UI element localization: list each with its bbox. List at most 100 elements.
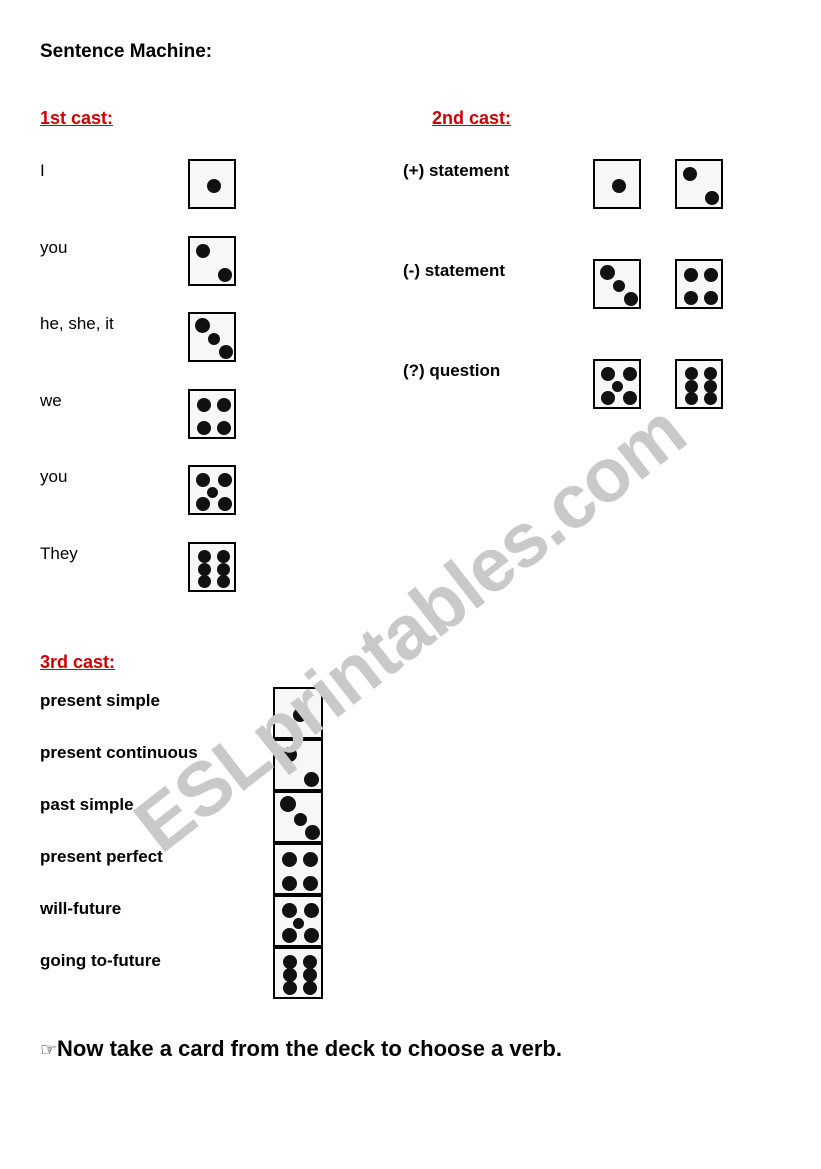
third-cast-die-3	[273, 791, 323, 843]
third-cast-die-2	[273, 739, 323, 791]
second-cast-die-1a	[593, 159, 641, 209]
third-cast-die-6	[273, 947, 323, 999]
die-pip	[198, 575, 211, 588]
die-pip	[282, 747, 297, 762]
second-cast-label-3: (?) question	[403, 361, 501, 380]
second-cast-die-3a	[593, 359, 641, 409]
die-pip	[704, 268, 718, 282]
die-pip	[304, 772, 319, 787]
first-cast-die-1	[188, 159, 236, 209]
die-pip	[196, 244, 210, 258]
die-pip	[294, 813, 307, 826]
third-cast-heading: 3rd cast:	[40, 652, 116, 672]
third-cast-die-1	[273, 687, 323, 739]
watermark: ESLprintables.com	[119, 388, 701, 869]
first-cast-die-4	[188, 389, 236, 439]
die-pip	[612, 179, 626, 193]
die-pip	[304, 903, 319, 918]
die-pip	[283, 955, 297, 969]
die-pip	[685, 367, 698, 380]
die-pip	[280, 796, 296, 812]
third-cast-label-5: will-future	[40, 899, 122, 918]
die-pip	[207, 487, 218, 498]
die-pip	[282, 852, 297, 867]
third-cast-label-1: present simple	[40, 691, 160, 710]
third-cast-label-6: going to-future	[40, 951, 161, 970]
die-pip	[600, 265, 615, 280]
die-pip	[219, 345, 233, 359]
die-pip	[704, 291, 718, 305]
first-cast-die-2	[188, 236, 236, 286]
die-pip	[612, 381, 623, 392]
die-pip	[304, 928, 319, 943]
die-pip	[293, 918, 304, 929]
die-pip	[303, 876, 318, 891]
die-pip	[623, 367, 637, 381]
die-pip	[207, 179, 221, 193]
die-pip	[303, 852, 318, 867]
die-pip	[704, 367, 717, 380]
first-cast-label-2: you	[40, 238, 68, 257]
first-cast-heading: 1st cast:	[40, 108, 114, 128]
first-cast-label-1: I	[40, 161, 45, 180]
page-title: Sentence Machine:	[40, 41, 213, 62]
third-cast-die-4	[273, 843, 323, 895]
first-cast-label-4: we	[40, 391, 62, 410]
second-cast-label-2: (-) statement	[403, 261, 506, 280]
die-pip	[282, 928, 297, 943]
third-cast-label-3: past simple	[40, 795, 134, 814]
die-pip	[685, 392, 698, 405]
pointing-hand-icon: ☞	[40, 1040, 58, 1061]
die-pip	[218, 268, 232, 282]
die-pip	[217, 398, 231, 412]
die-pip	[282, 903, 297, 918]
first-cast-die-3	[188, 312, 236, 362]
die-pip	[684, 291, 698, 305]
die-pip	[684, 268, 698, 282]
second-cast-die-3b	[675, 359, 723, 409]
third-cast-label-4: present perfect	[40, 847, 163, 866]
die-pip	[197, 398, 211, 412]
die-pip	[196, 473, 210, 487]
second-cast-heading: 2nd cast:	[432, 108, 512, 128]
footer-instruction: ☞Now take a card from the deck to choose…	[40, 1036, 562, 1062]
die-pip	[218, 473, 232, 487]
footer-instruction-text: Now take a card from the deck to choose …	[57, 1036, 562, 1061]
die-pip	[705, 191, 719, 205]
die-pip	[683, 167, 697, 181]
die-pip	[217, 421, 231, 435]
worksheet-page: ESLprintables.com Sentence Machine: 1st …	[0, 0, 821, 1169]
first-cast-die-5	[188, 465, 236, 515]
die-pip	[196, 497, 210, 511]
die-pip	[195, 318, 210, 333]
die-pip	[293, 708, 307, 722]
second-cast-die-1b	[675, 159, 723, 209]
first-cast-label-6: They	[40, 544, 78, 563]
die-pip	[303, 968, 317, 982]
die-pip	[283, 981, 297, 995]
third-cast-label-2: present continuous	[40, 743, 198, 762]
die-pip	[601, 367, 615, 381]
die-pip	[303, 981, 317, 995]
die-pip	[282, 876, 297, 891]
die-pip	[217, 575, 230, 588]
die-pip	[303, 955, 317, 969]
die-pip	[305, 825, 320, 840]
die-pip	[623, 391, 637, 405]
die-pip	[283, 968, 297, 982]
die-pip	[197, 421, 211, 435]
die-pip	[613, 280, 625, 292]
die-pip	[704, 392, 717, 405]
die-pip	[217, 550, 230, 563]
third-cast-die-5	[273, 895, 323, 947]
first-cast-die-6	[188, 542, 236, 592]
die-pip	[218, 497, 232, 511]
die-pip	[624, 292, 638, 306]
first-cast-label-3: he, she, it	[40, 314, 114, 333]
die-pip	[208, 333, 220, 345]
die-pip	[198, 550, 211, 563]
first-cast-label-5: you	[40, 467, 68, 486]
die-pip	[601, 391, 615, 405]
second-cast-die-2a	[593, 259, 641, 309]
second-cast-label-1: (+) statement	[403, 161, 510, 180]
